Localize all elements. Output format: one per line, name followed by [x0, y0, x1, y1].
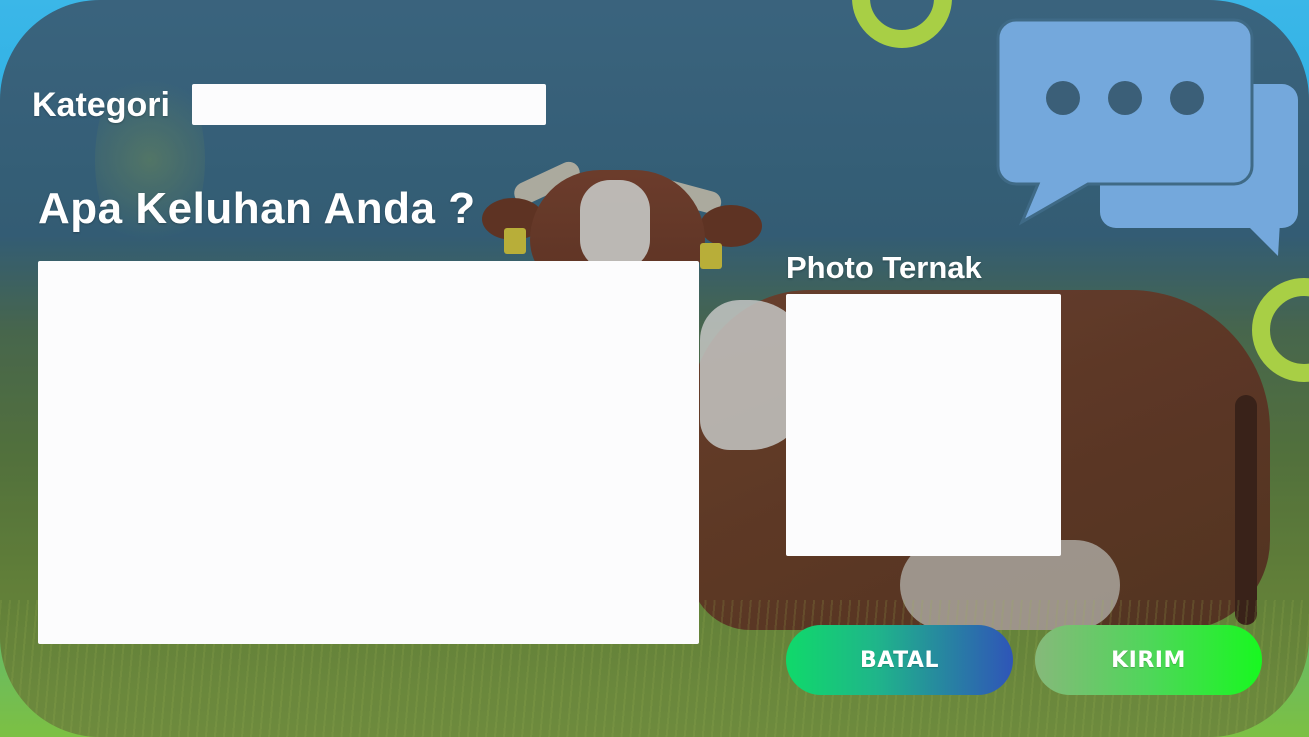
background-panel: Kategori Apa Keluhan Anda ? Photo Ternak…: [0, 0, 1309, 737]
keluhan-heading: Apa Keluhan Anda ?: [38, 184, 476, 233]
photo-ternak-upload[interactable]: [786, 294, 1061, 556]
kategori-input[interactable]: [192, 84, 546, 125]
submit-button[interactable]: KIRIM: [1035, 625, 1262, 695]
photo-ternak-label: Photo Ternak: [786, 250, 982, 285]
keluhan-textarea[interactable]: [38, 261, 699, 644]
screen: Kategori Apa Keluhan Anda ? Photo Ternak…: [0, 0, 1309, 737]
kategori-label: Kategori: [32, 86, 170, 124]
chat-bubbles-icon: [996, 18, 1298, 256]
cancel-button[interactable]: BATAL: [786, 625, 1013, 695]
